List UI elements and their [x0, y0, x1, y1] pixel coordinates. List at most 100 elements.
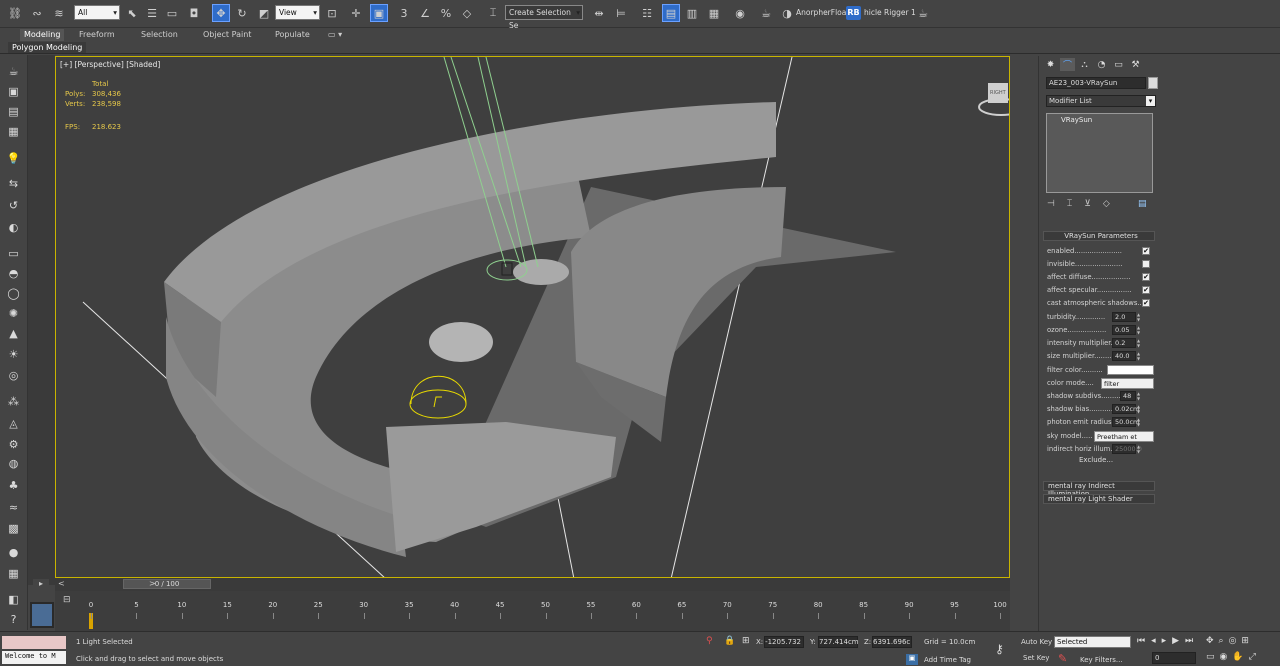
spinner-arrows-icon[interactable]: ▲ ▼	[1137, 444, 1142, 454]
globe-icon[interactable]: ◍	[5, 455, 22, 472]
object-name-field[interactable]: AE23_003-VRaySun	[1046, 77, 1146, 89]
perspective-viewport[interactable]: [+] [Perspective] [Shaded] Total Polys: …	[55, 56, 1010, 578]
spinner-arrows-icon[interactable]: ▲ ▼	[1137, 325, 1142, 335]
keyboard-shortcut-override-icon[interactable]: ▣	[370, 4, 388, 22]
viewport-layout-icon[interactable]	[30, 602, 54, 628]
selected-light-gizmo[interactable]	[409, 389, 467, 419]
named-selection-sets-input[interactable]: Create Selection Se	[505, 5, 583, 30]
modifier-stack[interactable]: VRaySun	[1046, 113, 1153, 193]
ozone-spinner[interactable]: 0.05	[1112, 325, 1136, 335]
configure-modifier-sets-icon[interactable]: ▤	[1138, 199, 1147, 209]
viewport-nav-controls-2[interactable]: ▭◉✋⤢	[1206, 652, 1261, 662]
shadow-subdivs-spinner[interactable]: 48	[1120, 391, 1136, 401]
set-keys-icon[interactable]: ✎	[1058, 652, 1067, 665]
affect-specular-checkbox[interactable]: ✔	[1142, 286, 1150, 294]
bind-space-warp-icon[interactable]: ≋	[50, 4, 68, 22]
slider-prev-icon[interactable]: <	[58, 579, 68, 589]
helper-icon[interactable]: ⚙	[5, 436, 22, 453]
spinner-arrows-icon[interactable]: ▲ ▼	[1137, 391, 1142, 401]
select-by-name-icon[interactable]: ☰	[143, 4, 161, 22]
vehicle-rigger-badge[interactable]: RB	[846, 6, 861, 20]
box-icon[interactable]: ▭	[5, 245, 22, 262]
camera-icon[interactable]: ◐	[5, 219, 22, 236]
material-icon[interactable]: ▣	[5, 83, 22, 100]
key-selection-dropdown[interactable]: Selected	[1054, 636, 1131, 648]
track-bar-menu-icon[interactable]: ⊟	[63, 595, 71, 605]
scene-explorer-icon[interactable]: ☷	[638, 4, 656, 22]
ribbon-options-icon[interactable]: ▭ ▾	[328, 29, 342, 41]
render-setup-icon[interactable]: ☕	[757, 4, 775, 22]
current-frame-field[interactable]: 0	[1152, 652, 1196, 664]
select-and-link-icon[interactable]: ⛓	[6, 4, 24, 22]
spinner-arrows-icon[interactable]: ▲ ▼	[1137, 351, 1142, 361]
rollout-mental-ray-light-shader[interactable]: mental ray Light Shader	[1043, 494, 1155, 504]
shadow-bias-spinner[interactable]: 0.02cm	[1112, 404, 1139, 414]
hierarchy-tab-icon[interactable]: ⛬	[1077, 58, 1092, 71]
torus-icon[interactable]: ◎	[5, 367, 22, 384]
circle-icon[interactable]: ◯	[5, 285, 22, 302]
help-icon[interactable]: ?	[5, 611, 22, 628]
mirror-icon[interactable]: ⇹	[590, 4, 608, 22]
spinner-arrows-icon[interactable]: ▲ ▼	[1137, 312, 1142, 322]
texture-icon[interactable]: ▩	[5, 520, 22, 537]
tree-icon[interactable]: ♣	[5, 477, 22, 494]
align-icon[interactable]: ⊨	[612, 4, 630, 22]
graphite-toolbar-icon[interactable]: ▥	[683, 4, 701, 22]
tab-selection[interactable]: Selection	[141, 29, 178, 41]
scatter-icon[interactable]: ⁂	[5, 393, 22, 410]
size-spinner[interactable]: 40.0	[1112, 351, 1136, 361]
time-tag-icon[interactable]: ▣	[906, 654, 918, 665]
invisible-checkbox[interactable]	[1142, 260, 1150, 268]
utilities-tab-icon[interactable]: ⚒	[1128, 58, 1143, 71]
reference-coordinate-dropdown[interactable]: View	[275, 5, 320, 20]
viewport-label[interactable]: [+] [Perspective] [Shaded]	[60, 60, 160, 69]
cone-icon[interactable]: ▲	[5, 325, 22, 342]
stack-item-vraysun[interactable]: VRaySun	[1061, 116, 1092, 124]
edit-named-selection-icon[interactable]: ⌶	[484, 4, 502, 22]
color-mode-dropdown[interactable]: filter	[1101, 378, 1154, 389]
vehicle-rigger-button[interactable]: hicle Rigger 1	[864, 8, 916, 17]
absolute-mode-icon[interactable]: ⊞	[742, 636, 750, 646]
add-time-tag-button[interactable]: Add Time Tag	[924, 656, 971, 664]
select-manipulate-icon[interactable]: ✛	[347, 4, 365, 22]
cast-shadows-checkbox[interactable]: ✔	[1142, 299, 1150, 307]
exclude-button[interactable]: Exclude...	[1079, 456, 1113, 464]
shaded-sphere-icon[interactable]: ●	[5, 544, 22, 561]
curve-editor-icon[interactable]: ▦	[705, 4, 723, 22]
sphere-icon[interactable]: ◓	[5, 265, 22, 282]
photon-radius-spinner[interactable]: 50.0cm	[1112, 417, 1139, 427]
light-bulb-icon[interactable]: 💡	[5, 150, 22, 167]
z-coordinate-field[interactable]: 6391.696c	[872, 636, 912, 648]
spinner-arrows-icon[interactable]: ▲ ▼	[1137, 338, 1142, 348]
layer-explorer-icon[interactable]: ▤	[662, 4, 680, 22]
spinner-arrows-icon[interactable]: ▲ ▼	[1137, 404, 1142, 414]
sun-icon[interactable]: ☀	[5, 346, 22, 363]
teapot-icon[interactable]: ☕	[5, 63, 22, 80]
rollout-mental-ray-indirect[interactable]: mental ray Indirect Illumination	[1043, 481, 1155, 498]
time-slider-thumb[interactable]: 0 / 100	[123, 579, 211, 589]
grid-icon[interactable]: ▦	[5, 123, 22, 140]
panel-polygon-modeling[interactable]: Polygon Modeling	[8, 42, 87, 53]
layers-icon[interactable]: ◧	[5, 591, 22, 608]
tab-populate[interactable]: Populate	[275, 29, 310, 41]
select-and-rotate-icon[interactable]: ↻	[233, 4, 251, 22]
set-key-button[interactable]: Set Key	[1023, 654, 1049, 662]
maxscript-input[interactable]: Welcome to M	[2, 651, 66, 664]
snaps-toggle-icon[interactable]: 3	[395, 4, 413, 22]
affect-diffuse-checkbox[interactable]: ✔	[1142, 273, 1150, 281]
filter-color-swatch[interactable]	[1107, 365, 1154, 375]
wireframe-icon[interactable]: ▤	[5, 103, 22, 120]
create-tab-icon[interactable]: ✸	[1043, 58, 1058, 71]
enabled-checkbox[interactable]: ✔	[1142, 247, 1150, 255]
turbidity-spinner[interactable]: 2.0	[1112, 312, 1136, 322]
object-color-swatch[interactable]	[1148, 77, 1158, 89]
intensity-spinner[interactable]: 0.2	[1112, 338, 1136, 348]
selection-filter-dropdown[interactable]: All	[74, 5, 120, 20]
tab-object-paint[interactable]: Object Paint	[203, 29, 251, 41]
unlink-icon[interactable]: ∾	[28, 4, 46, 22]
playback-controls[interactable]: ⏮◂▸▶⏭	[1137, 636, 1199, 646]
render-frame-icon[interactable]: ◑	[778, 4, 796, 22]
modify-tab-icon[interactable]: ⌒	[1060, 58, 1075, 71]
auto-key-button[interactable]: Auto Key	[1021, 638, 1052, 646]
angle-snap-icon[interactable]: ∠	[416, 4, 434, 22]
